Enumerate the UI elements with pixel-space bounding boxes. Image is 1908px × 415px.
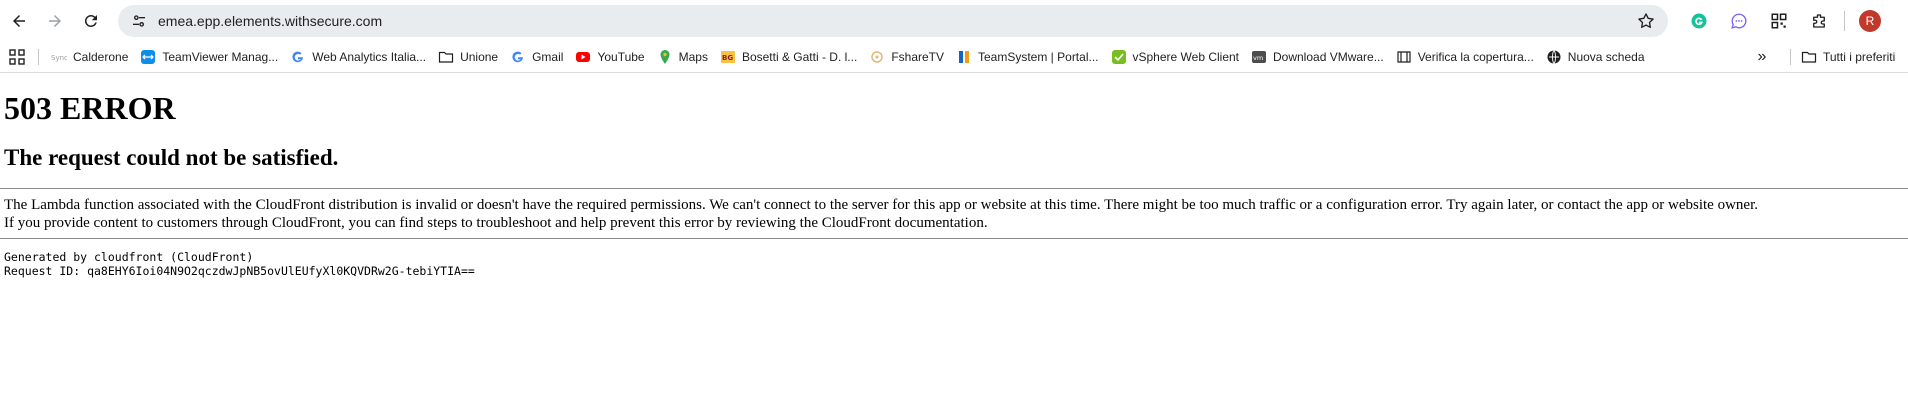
google-g-icon <box>510 49 526 65</box>
bookmark-label: Web Analytics Italia... <box>312 50 427 64</box>
bookmark-label: vSphere Web Client <box>1132 50 1240 64</box>
generated-by-text: Generated by cloudfront (CloudFront) <box>4 250 254 264</box>
error-message-line-2: If you provide content to customers thro… <box>4 215 988 231</box>
coverage-icon <box>1396 49 1412 65</box>
profile-button[interactable]: R <box>1855 6 1885 36</box>
forward-button[interactable] <box>40 6 70 36</box>
bookmark-vsphere[interactable]: vSphere Web Client <box>1105 45 1246 69</box>
avatar: R <box>1859 10 1881 32</box>
more-vertical-icon <box>1901 12 1908 30</box>
bookmark-verifica-copertura[interactable]: Verifica la copertura... <box>1390 45 1540 69</box>
browser-toolbar: emea.epp.elements.withsecure.com R <box>0 0 1908 42</box>
google-g-icon <box>290 49 306 65</box>
address-bar[interactable]: emea.epp.elements.withsecure.com <box>118 5 1668 37</box>
bookmark-label: TeamSystem | Portal... <box>978 50 1099 64</box>
grammarly-icon <box>1691 13 1707 29</box>
bookmark-bosetti-gatti[interactable]: BG Bosetti & Gatti - D. l... <box>714 45 863 69</box>
error-message: The Lambda function associated with the … <box>4 196 1904 232</box>
vsphere-icon <box>1111 49 1127 65</box>
bookmark-label: TeamViewer Manag... <box>162 50 279 64</box>
bookmarks-divider <box>38 49 39 65</box>
bookmark-label: Maps <box>678 50 708 64</box>
url-text[interactable]: emea.epp.elements.withsecure.com <box>158 13 382 29</box>
tune-icon <box>133 15 145 27</box>
bookmark-fsharetv[interactable]: FshareTV <box>863 45 950 69</box>
svg-text:BG: BG <box>722 54 733 62</box>
svg-text:Sync: Sync <box>51 54 67 62</box>
qr-extension-button[interactable] <box>1764 6 1794 36</box>
bookmark-label: Gmail <box>532 50 564 64</box>
all-bookmarks-button[interactable]: Tutti i preferiti <box>1790 45 1895 69</box>
svg-text:vm: vm <box>1253 54 1263 62</box>
request-id-text: Request ID: qa8EHY6Ioi04N9O2qczdwJpNB5ov… <box>4 264 475 278</box>
chat-extension-button[interactable] <box>1724 6 1754 36</box>
bookmark-teamsystem[interactable]: TeamSystem | Portal... <box>950 45 1105 69</box>
qr-code-icon <box>1771 13 1787 29</box>
extensions-button[interactable] <box>1804 6 1834 36</box>
divider <box>0 188 1908 189</box>
youtube-icon <box>575 49 591 65</box>
chat-bubble-icon <box>1731 13 1747 29</box>
page-title: 503 ERROR <box>4 90 176 126</box>
sync-icon: Sync <box>51 49 67 65</box>
toolbar-divider <box>1844 11 1845 31</box>
all-bookmarks-label: Tutti i preferiti <box>1823 50 1896 64</box>
bookmark-label: Bosetti & Gatti - D. l... <box>741 50 858 64</box>
folder-icon <box>438 49 454 65</box>
bookmark-youtube[interactable]: YouTube <box>569 45 650 69</box>
bookmark-maps[interactable]: Maps <box>651 45 714 69</box>
bookmark-star-icon[interactable] <box>1636 11 1656 31</box>
divider <box>0 238 1908 239</box>
bookmark-download-vmware[interactable]: vm Download VMware... <box>1245 45 1390 69</box>
extensions-area: R <box>1684 6 1908 36</box>
page-subtitle: The request could not be satisfied. <box>4 145 339 170</box>
bookmarks-bar: Sync Calderone TeamViewer Manag... Web A… <box>0 42 1908 73</box>
bookmark-gmail[interactable]: Gmail <box>504 45 569 69</box>
bookmark-calderone[interactable]: Sync Calderone <box>45 45 134 69</box>
bookmark-label: FshareTV <box>891 50 944 64</box>
site-info-button[interactable] <box>122 7 156 35</box>
bookmark-unione[interactable]: Unione <box>432 45 504 69</box>
reload-button[interactable] <box>76 6 106 36</box>
teamsystem-icon <box>956 49 972 65</box>
bookmark-label: Download VMware... <box>1273 50 1384 64</box>
bookmark-label: Unione <box>460 50 499 64</box>
menu-button[interactable] <box>1895 6 1908 36</box>
arrow-left-icon <box>13 15 25 27</box>
bookmark-label: Verifica la copertura... <box>1417 50 1534 64</box>
bosetti-gatti-icon: BG <box>720 49 736 65</box>
page-content: 503 ERROR The request could not be satis… <box>0 90 1908 278</box>
error-message-line-1: The Lambda function associated with the … <box>4 197 1758 213</box>
teamviewer-icon <box>140 49 156 65</box>
back-button[interactable] <box>4 6 34 36</box>
globe-icon <box>1546 49 1562 65</box>
reload-icon <box>84 14 97 27</box>
puzzle-icon <box>1813 14 1825 28</box>
maps-pin-icon <box>657 49 673 65</box>
bookmark-label: Nuova scheda <box>1567 50 1645 64</box>
bookmark-nuova-scheda[interactable]: Nuova scheda <box>1540 45 1651 69</box>
diagnostic-info: Generated by cloudfront (CloudFront) Req… <box>4 250 1904 278</box>
apps-grid-icon <box>9 49 25 65</box>
vmware-icon: vm <box>1251 49 1267 65</box>
bookmarks-divider <box>1790 49 1791 65</box>
apps-button[interactable] <box>2 49 32 65</box>
folder-icon <box>1801 49 1817 65</box>
more-bookmarks-button[interactable]: » <box>1750 45 1774 69</box>
bookmark-label: YouTube <box>597 50 645 64</box>
bookmark-web-analytics[interactable]: Web Analytics Italia... <box>284 45 432 69</box>
double-chevron-right-icon: » <box>1757 48 1767 65</box>
grammarly-extension-button[interactable] <box>1684 6 1714 36</box>
bookmark-label: Calderone <box>73 50 129 64</box>
arrow-right-icon <box>49 15 61 27</box>
fsharetv-icon <box>869 49 885 65</box>
bookmark-teamviewer[interactable]: TeamViewer Manag... <box>134 45 284 69</box>
